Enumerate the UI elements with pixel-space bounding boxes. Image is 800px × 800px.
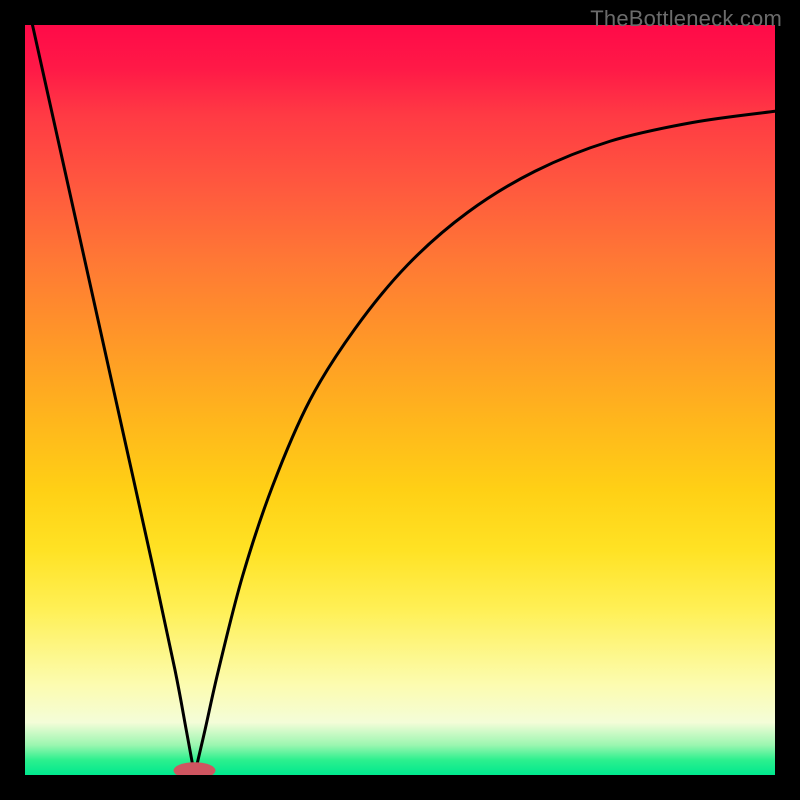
watermark-text: TheBottleneck.com — [590, 6, 782, 32]
plot-area — [25, 25, 775, 775]
background-gradient — [25, 25, 775, 775]
